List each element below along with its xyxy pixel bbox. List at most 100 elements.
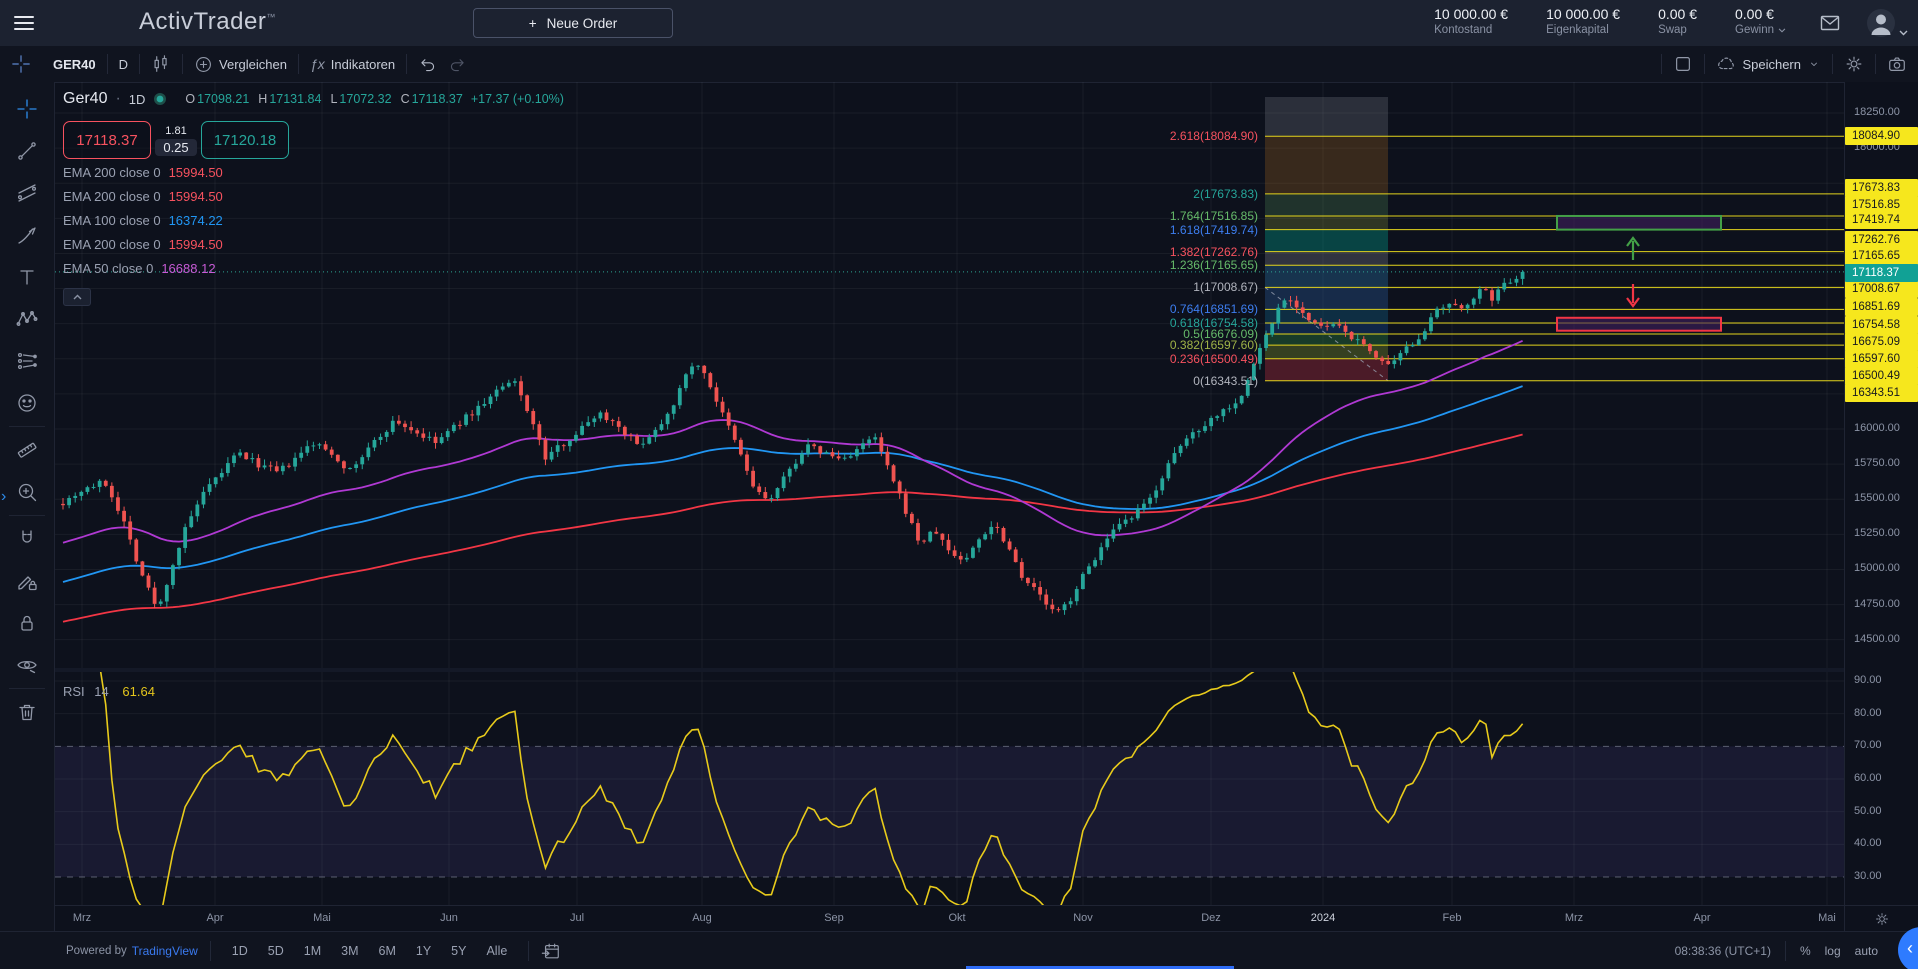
time-axis-label: Mai (313, 912, 331, 924)
compare-button[interactable]: Vergleichen (183, 46, 298, 82)
indicator-value: 15994.50 (169, 165, 223, 180)
time-axis-label: Jul (570, 912, 584, 924)
fib-level-label: 0.382(16597.60) (1170, 338, 1258, 352)
chart-style-button[interactable] (140, 46, 182, 82)
range-button-5d[interactable]: 5D (259, 941, 293, 961)
ohlc-c: C17118.37 (401, 92, 463, 106)
text-tool[interactable] (0, 256, 54, 298)
indicator-name: EMA 100 close 0 (63, 213, 161, 228)
gann-fibonacci-tool[interactable] (0, 172, 54, 214)
price-line-tag: 17419.74 (1845, 211, 1918, 229)
fib-level-label: 0.236(16500.49) (1170, 352, 1258, 366)
indicator-legend-row[interactable]: EMA 200 close 015994.50 (63, 237, 564, 255)
cursor-tool-button[interactable] (0, 46, 42, 82)
account-caret-icon[interactable] (1899, 24, 1908, 39)
undo-button[interactable] (407, 46, 448, 82)
lock-all-tool[interactable] (0, 602, 54, 644)
undo-arrow-icon (418, 55, 437, 74)
hide-drawings-icon (16, 654, 38, 676)
indicator-name: EMA 200 close 0 (63, 165, 161, 180)
rsi-legend[interactable]: RSI 14 61.64 (63, 684, 155, 699)
brush-tool[interactable] (0, 214, 54, 256)
trademark: ™ (266, 12, 276, 22)
gann-fibonacci-icon (16, 182, 38, 204)
snapshot-button[interactable] (1876, 46, 1918, 82)
stat-caret-icon[interactable] (1778, 24, 1786, 36)
trend-line-tool[interactable] (0, 130, 54, 172)
time-axis-label: 2024 (1311, 912, 1335, 924)
text-icon (16, 266, 38, 288)
settings-button[interactable] (1833, 46, 1875, 82)
magnet-icon (16, 528, 38, 550)
indicator-legend-row[interactable]: EMA 200 close 0 15994.50 (63, 165, 564, 183)
time-axis-label: Okt (948, 912, 965, 924)
rsi-axis-label: 70.00 (1854, 739, 1882, 751)
hide-drawings-tool[interactable] (0, 644, 54, 686)
price-axis-label: 16000.00 (1854, 422, 1900, 434)
range-button-1m[interactable]: 1M (295, 941, 330, 961)
avatar[interactable] (1866, 8, 1896, 41)
remove-drawings-tool[interactable] (0, 691, 54, 733)
symbol-button[interactable]: GER40 (42, 46, 107, 82)
indicator-legend-row[interactable]: EMA 100 close 016374.22 (63, 213, 564, 231)
time-axis-label: Dez (1201, 912, 1221, 924)
time-axis-label: Mrz (73, 912, 91, 924)
log-scale-button[interactable]: log (1825, 944, 1841, 958)
tradingview-link[interactable]: TradingView (132, 944, 198, 958)
auto-scale-button[interactable]: auto (1855, 944, 1878, 958)
range-button-1y[interactable]: 1Y (407, 941, 440, 961)
buy-button[interactable]: 17120.18 (201, 121, 289, 159)
price-axis[interactable]: 18250.0018000.0016000.0015750.0015500.00… (1844, 82, 1918, 905)
indicator-legend-row[interactable]: EMA 200 close 015994.50 (63, 189, 564, 207)
indicator-value: 15994.50 (169, 189, 223, 204)
crosshair-tool[interactable] (0, 88, 54, 130)
indicators-button[interactable]: ƒxIndikatoren (299, 46, 406, 82)
expand-toolbar-chevron[interactable]: › (1, 488, 6, 506)
interval-button[interactable]: D (108, 46, 139, 82)
toolbar-divider (9, 515, 45, 516)
range-button-3m[interactable]: 3M (332, 941, 367, 961)
clock[interactable]: 08:38:36 (UTC+1) (1675, 944, 1771, 958)
rsi-chart[interactable] (55, 672, 1844, 905)
collapse-legend-button[interactable] (63, 288, 91, 306)
go-to-date-icon[interactable] (541, 941, 561, 961)
new-order-button[interactable]: + Neue Order (473, 8, 673, 38)
zoom-in-tool[interactable] (0, 471, 54, 513)
legend-symbol[interactable]: Ger40 (63, 90, 107, 108)
time-axis[interactable]: MrzAprMaiJunJulAugSepOktNovDez2024FebMrz… (55, 905, 1844, 932)
range-button-6m[interactable]: 6M (370, 941, 405, 961)
drawing-lock-icon (16, 570, 38, 592)
drawing-lock-tool[interactable] (0, 560, 54, 602)
menu-button[interactable] (14, 16, 34, 30)
price-line-tag: 16597.60 (1845, 350, 1918, 368)
stat-swap: 0.00 €Swap (1658, 6, 1697, 36)
range-button-1d[interactable]: 1D (223, 941, 257, 961)
ruler-tool[interactable] (0, 429, 54, 471)
time-axis-label: Aug (692, 912, 712, 924)
ohlc-h: H17131.84 (258, 92, 321, 106)
plus-circle-icon (194, 55, 213, 74)
candlestick-icon (151, 54, 171, 74)
emoji-icon (16, 392, 38, 414)
save-button[interactable]: Speichern (1705, 46, 1832, 82)
price-axis-label: 14500.00 (1854, 633, 1900, 645)
range-button-5y[interactable]: 5Y (442, 941, 475, 961)
chart-legend: Ger40 · 1D O17098.21H17131.84L17072.32C1… (63, 90, 564, 306)
layout-button[interactable] (1662, 46, 1704, 82)
stat-value: 0.00 € (1735, 6, 1786, 22)
mail-icon[interactable] (1818, 12, 1842, 37)
emoji-tool[interactable] (0, 382, 54, 424)
forecast-tool[interactable] (0, 340, 54, 382)
indicator-legend-row[interactable]: EMA 50 close 016688.12 (63, 261, 564, 279)
stat-gewinn: 0.00 €Gewinn (1735, 6, 1786, 36)
legend-interval[interactable]: 1D (129, 92, 146, 107)
time-axis-settings[interactable] (1844, 905, 1918, 932)
current-price-tag: 17118.37 (1845, 264, 1918, 282)
magnet-tool[interactable] (0, 518, 54, 560)
collapse-panel-button[interactable]: ‹ (1898, 927, 1918, 969)
range-button-alle[interactable]: Alle (477, 941, 516, 961)
percent-scale-button[interactable]: % (1800, 944, 1811, 958)
xabcd-pattern-tool[interactable] (0, 298, 54, 340)
redo-button[interactable] (448, 46, 478, 82)
sell-button[interactable]: 17118.37 (63, 121, 151, 159)
